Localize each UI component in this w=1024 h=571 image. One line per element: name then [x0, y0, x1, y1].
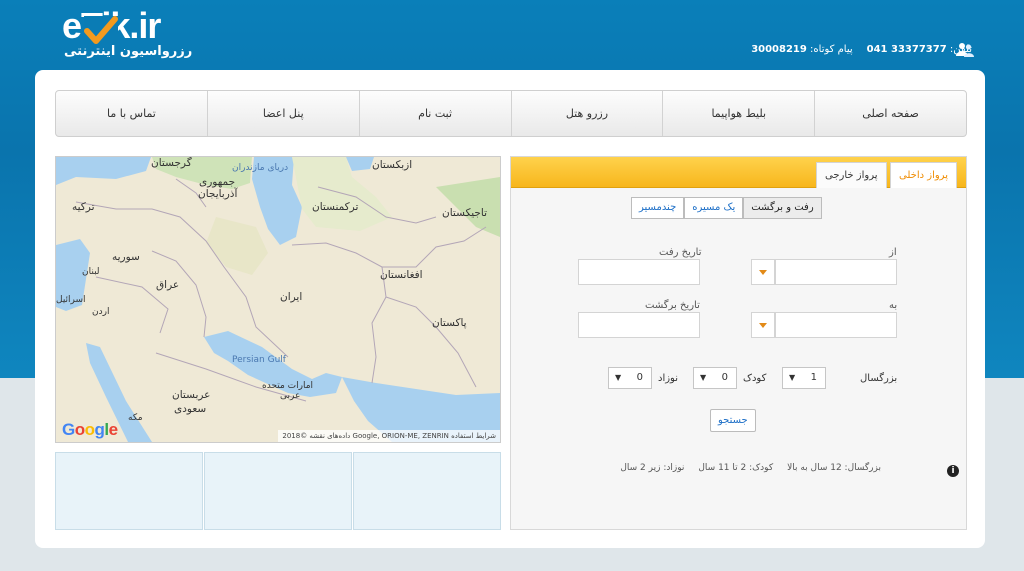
nav-item-members-panel[interactable]: پنل اعضا: [206, 91, 359, 136]
sms-info: پیام کوتاه: 30008219: [751, 44, 852, 55]
info-adult: بزرگسال: 12 سال به بالا: [787, 463, 881, 473]
trip-multi-city-button[interactable]: چندمسیر: [631, 197, 685, 219]
map-label-uae-2: عربی: [280, 391, 301, 401]
map-label-georgia: گرجستان: [151, 157, 192, 169]
users-icon: [956, 43, 974, 57]
map-label-lebanon: لبنان: [82, 267, 100, 277]
info-infant: نوزاد: زیر 2 سال: [620, 463, 685, 473]
map-label-saudi-1: عربستان: [172, 389, 211, 401]
sms-label: پیام کوتاه:: [810, 44, 853, 55]
from-city-input[interactable]: [775, 259, 897, 285]
contact-info: تلفن: 041 33377377 پیام کوتاه: 30008219: [751, 44, 972, 55]
tab-international-flight[interactable]: پرواز خارجی: [816, 162, 887, 188]
map-label-uae-1: امارات متحده: [262, 381, 314, 391]
return-date-input[interactable]: [578, 312, 700, 338]
nav-item-flight-ticket[interactable]: بلیط هواپیما: [662, 91, 814, 136]
nav-item-hotel[interactable]: رزرو هتل: [510, 91, 663, 136]
search-button[interactable]: جستجو: [710, 409, 756, 432]
dropdown-arrow-icon: ▼: [789, 373, 796, 382]
main-card: صفحه اصلی بلیط هواپیما رزرو هتل ثبت نام …: [35, 70, 985, 548]
tab-domestic-flight[interactable]: پرواز داخلی: [890, 162, 957, 188]
sms-value: 30008219: [751, 44, 807, 55]
trip-one-way-button[interactable]: یک مسیره: [684, 197, 744, 219]
map-label-iraq: عراق: [156, 279, 180, 291]
nav-item-register[interactable]: ثبت نام: [358, 91, 511, 136]
map-label-jordan: اردن: [92, 307, 110, 317]
map-label-iran: ایران: [280, 291, 303, 303]
map-label-pakistan: پاکستان: [432, 317, 467, 329]
nav-item-contact[interactable]: تماس با ما: [56, 91, 207, 136]
trip-type-group: چندمسیر یک مسیره رفت و برگشت: [631, 197, 822, 219]
to-city-input[interactable]: [775, 312, 897, 338]
info-box-right: [353, 452, 501, 530]
map-label-uzbekistan: ازبکستان: [372, 159, 413, 171]
chevron-down-icon: [759, 269, 767, 275]
infant-count-select[interactable]: 0 ▼: [608, 367, 652, 389]
dropdown-arrow-icon: ▼: [615, 373, 622, 382]
map-label-turkey: ترکیه: [72, 201, 95, 213]
info-box-left: [55, 452, 203, 530]
info-boxes: [55, 452, 501, 530]
child-count-select[interactable]: 0 ▼: [693, 367, 737, 389]
map-graphic: [56, 157, 500, 442]
main-navigation: صفحه اصلی بلیط هواپیما رزرو هتل ثبت نام …: [55, 90, 967, 137]
child-count-value: 0: [721, 372, 728, 383]
chevron-down-icon: [759, 322, 767, 328]
trip-round-button[interactable]: رفت و برگشت: [743, 197, 822, 219]
map-label-persian-gulf: Persian Gulf: [232, 355, 286, 365]
map-label-afghanistan: افغانستان: [380, 269, 423, 281]
phone-value: 041 33377377: [866, 44, 947, 55]
map-label-azerbaijan-1: جمهوری: [199, 176, 236, 188]
info-child: کودک: 2 تا 11 سال: [698, 463, 774, 473]
map-label-saudi-2: سعودی: [174, 403, 207, 415]
passenger-age-info: بزرگسال: 12 سال به بالا کودک: 2 تا 11 سا…: [581, 463, 881, 473]
map-label-israel: اسرائیل: [56, 295, 86, 305]
from-label: از: [889, 247, 897, 258]
map-label-syria: سوریه: [112, 251, 140, 263]
map-label-tajikistan: تاجیکستان: [442, 207, 488, 219]
site-logo[interactable]: eTik.ir رزرواسیون اینترنتی: [62, 6, 232, 62]
infant-label: نوزاد: [658, 373, 679, 384]
from-dropdown-button[interactable]: [751, 259, 775, 285]
to-dropdown-button[interactable]: [751, 312, 775, 338]
info-icon: i: [947, 465, 959, 477]
adult-count-value: 1: [810, 372, 817, 383]
google-logo[interactable]: Google: [62, 420, 118, 440]
map-attribution[interactable]: داده‌های نقشه ©2018 Google, ORION-ME, ZE…: [278, 430, 500, 442]
flight-tabs-bar: پرواز داخلی پرواز خارجی: [511, 157, 966, 188]
flight-search-panel: پرواز داخلی پرواز خارجی چندمسیر یک مسیره…: [510, 156, 967, 530]
adult-count-select[interactable]: 1 ▼: [782, 367, 826, 389]
adult-label: بزرگسال: [860, 373, 898, 384]
nav-item-home[interactable]: صفحه اصلی: [814, 91, 966, 136]
depart-date-label: تاریخ رفت: [659, 247, 702, 258]
child-label: کودک: [743, 373, 767, 384]
to-label: به: [889, 300, 898, 311]
dropdown-arrow-icon: ▼: [700, 373, 707, 382]
infant-count-value: 0: [636, 372, 643, 383]
checkmark-icon: [84, 16, 118, 44]
map-label-azerbaijan-2: آذربایجان: [198, 188, 238, 200]
map-label-mecca: مکه: [128, 413, 143, 423]
region-map[interactable]: گرجستان دریای مازندران ازبکستان جمهوری آ…: [55, 156, 501, 443]
logo-subtitle: رزرواسیون اینترنتی: [64, 44, 193, 59]
info-box-middle: [204, 452, 352, 530]
map-label-turkmenistan: ترکمنستان: [312, 201, 359, 213]
return-date-label: تاریخ برگشت: [645, 300, 700, 311]
depart-date-input[interactable]: [578, 259, 700, 285]
map-label-caspian: دریای مازندران: [232, 163, 289, 173]
